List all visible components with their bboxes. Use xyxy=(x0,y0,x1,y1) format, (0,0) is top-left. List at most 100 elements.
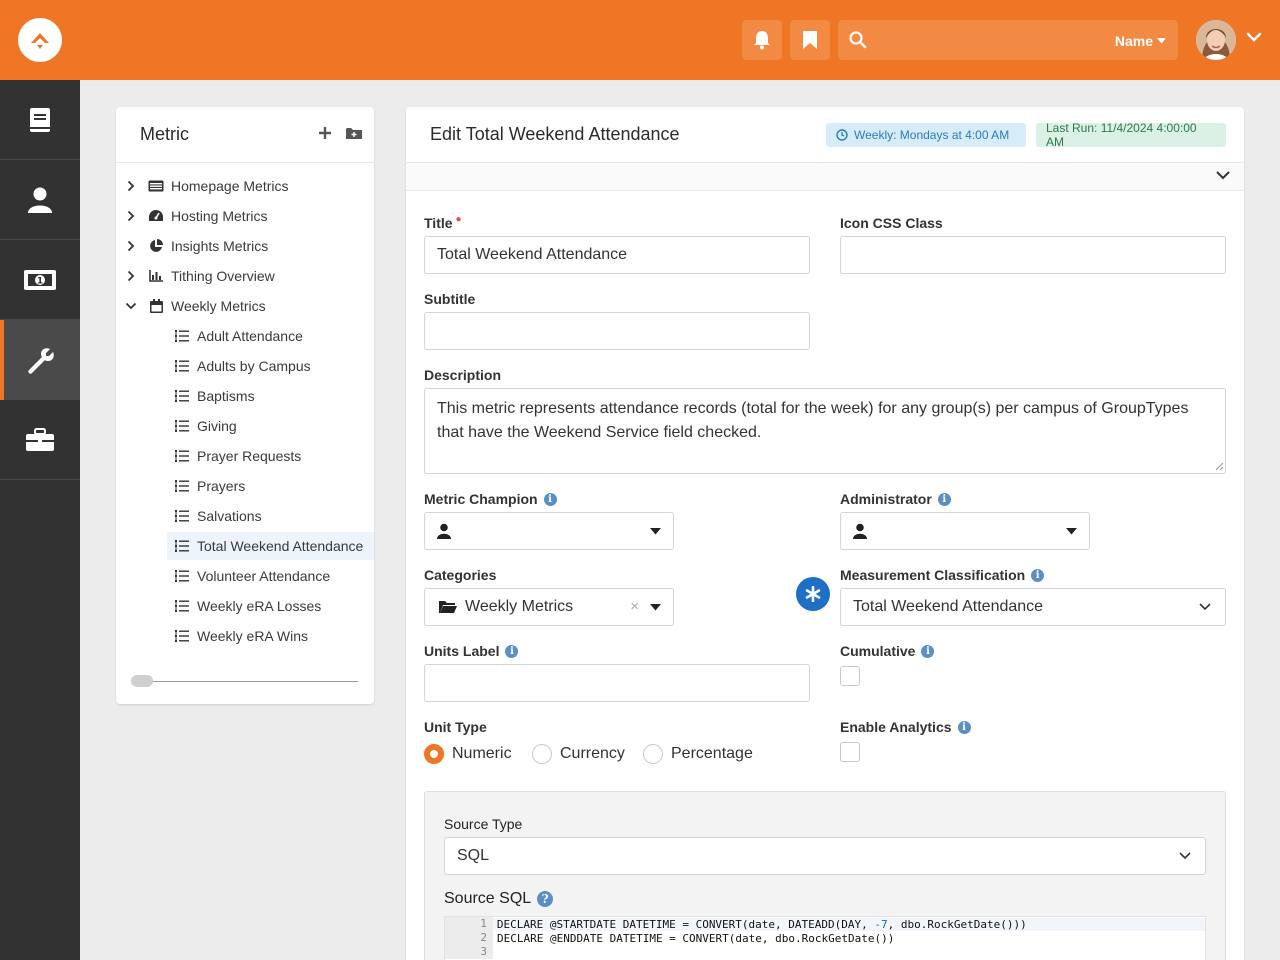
tree-metric-item[interactable]: Prayers xyxy=(167,472,374,500)
code-segment: DECLARE @ENDDATE DATETIME = CONVERT(date… xyxy=(497,931,895,945)
description-value: This metric represents attendance record… xyxy=(437,400,1189,441)
line-number: 2 xyxy=(445,931,493,945)
cumulative-checkbox[interactable] xyxy=(840,666,860,686)
tree-category-item[interactable]: Tithing Overview xyxy=(124,262,364,290)
categories-picker[interactable]: Weekly Metrics × xyxy=(424,588,674,626)
sidebar-item-people[interactable] xyxy=(0,160,80,240)
radio-percentage[interactable] xyxy=(643,744,663,764)
radio-numeric[interactable] xyxy=(424,744,444,764)
bell-icon xyxy=(754,31,770,50)
book-icon xyxy=(30,107,50,132)
categories-label: Categories xyxy=(424,567,496,583)
tree-metric-item[interactable]: Salvations xyxy=(167,502,374,530)
radio-currency[interactable] xyxy=(532,744,552,764)
tree-metric-item[interactable]: Prayer Requests xyxy=(167,442,374,470)
tree-metric-item[interactable]: Volunteer Attendance xyxy=(167,562,374,590)
unit-type-percentage-option[interactable]: Percentage xyxy=(643,744,753,764)
avatar-image xyxy=(1196,20,1236,60)
user-menu-toggle[interactable] xyxy=(1246,30,1262,46)
list-ol-icon xyxy=(174,480,190,492)
bookmarks-button[interactable] xyxy=(790,20,830,60)
tree-metric-item[interactable]: Adult Attendance xyxy=(167,322,374,350)
code-line: 2 DECLARE @ENDDATE DATETIME = CONVERT(da… xyxy=(445,931,1205,945)
help-icon[interactable]: ? xyxy=(537,891,554,907)
caret-down-icon xyxy=(1066,528,1077,535)
description-label: Description xyxy=(424,367,501,383)
unit-type-currency-option[interactable]: Currency xyxy=(532,744,625,764)
caret-down-icon xyxy=(650,604,661,611)
list-ol-icon xyxy=(174,360,190,372)
sql-code-editor[interactable]: 1 DECLARE @STARTDATE DATETIME = CONVERT(… xyxy=(444,916,1206,960)
floating-action-button[interactable] xyxy=(796,577,830,611)
sidebar-item-tools[interactable] xyxy=(0,400,80,480)
description-textarea[interactable]: This metric represents attendance record… xyxy=(424,388,1226,474)
icon-css-input[interactable] xyxy=(840,236,1226,274)
resize-handle-icon[interactable] xyxy=(1215,462,1224,471)
list-ol-icon xyxy=(174,420,190,432)
sidebar-item-admin-tools[interactable] xyxy=(0,320,80,400)
measurement-classification-label: Measurement Classification i xyxy=(840,567,1045,583)
caret-down-icon xyxy=(1157,38,1166,44)
tree-category-item[interactable]: Weekly Metrics xyxy=(124,292,364,320)
code-text: DECLARE @STARTDATE DATETIME = CONVERT(da… xyxy=(492,917,1205,931)
chevron-right-icon[interactable] xyxy=(124,240,138,252)
collapse-bar[interactable] xyxy=(406,163,1244,191)
clear-icon[interactable]: × xyxy=(630,598,639,615)
help-icon[interactable]: i xyxy=(543,492,557,506)
tree-scrollbar-track xyxy=(132,681,358,682)
tree-header: Metric xyxy=(116,107,374,163)
source-sql-label-text: Source SQL xyxy=(444,890,532,907)
search-input[interactable] xyxy=(878,28,1098,52)
source-type-select[interactable]: SQL xyxy=(444,837,1206,875)
enable-analytics-checkbox[interactable] xyxy=(840,742,860,762)
add-metric-button[interactable] xyxy=(318,126,332,143)
sidebar-item-finance[interactable]: 1 xyxy=(0,240,80,320)
schedule-badge: Weekly: Mondays at 4:00 AM xyxy=(826,123,1026,147)
units-label-input[interactable] xyxy=(424,664,810,702)
folder-open-icon xyxy=(439,601,457,613)
tree-metric-item[interactable]: Weekly eRA Losses xyxy=(167,592,374,620)
user-avatar[interactable] xyxy=(1196,20,1236,60)
tree-metric-item[interactable]: Giving xyxy=(167,412,374,440)
help-icon[interactable]: i xyxy=(505,644,519,658)
code-number: -7 xyxy=(874,917,888,931)
tree-item-label: Baptisms xyxy=(197,388,255,404)
subtitle-input[interactable] xyxy=(424,312,810,350)
tree-metric-item[interactable]: Total Weekend Attendance xyxy=(167,532,374,560)
chevron-right-icon[interactable] xyxy=(124,210,138,222)
notifications-button[interactable] xyxy=(742,20,782,60)
page-title: Edit Total Weekend Attendance xyxy=(430,124,680,144)
source-type-value: SQL xyxy=(457,847,490,864)
tree-metric-item[interactable]: Weekly eRA Wins xyxy=(167,622,374,650)
title-input[interactable]: Total Weekend Attendance xyxy=(424,236,810,274)
chevron-right-icon[interactable] xyxy=(124,180,138,192)
tree-category-item[interactable]: Hosting Metrics xyxy=(124,202,364,230)
bookmark-icon xyxy=(803,31,817,49)
enable-analytics-label-text: Enable Analytics xyxy=(840,719,952,735)
help-icon[interactable]: i xyxy=(937,492,951,506)
source-sql-label: Source SQL ? xyxy=(444,890,554,908)
unit-type-numeric-option[interactable]: Numeric xyxy=(424,744,512,764)
administrator-picker[interactable] xyxy=(840,512,1090,550)
add-category-button[interactable] xyxy=(346,127,362,143)
tree-category-item[interactable]: Homepage Metrics xyxy=(124,172,364,200)
measurement-classification-select[interactable]: Total Weekend Attendance xyxy=(840,588,1226,626)
sidebar-item-dashboard[interactable] xyxy=(0,80,80,160)
help-icon[interactable]: i xyxy=(921,644,935,658)
rock-logo[interactable] xyxy=(18,18,62,62)
tree-metric-item[interactable]: Baptisms xyxy=(167,382,374,410)
chevron-right-icon[interactable] xyxy=(124,270,138,282)
search-scope-label: Name xyxy=(1114,33,1153,49)
tree-metric-item[interactable]: Adults by Campus xyxy=(167,352,374,380)
help-icon[interactable]: i xyxy=(1031,568,1045,582)
search-scope-dropdown[interactable]: Name xyxy=(1115,33,1166,49)
main-sidebar: 1 xyxy=(0,80,80,960)
tree-category-item[interactable]: Insights Metrics xyxy=(124,232,364,260)
title-label: Title ● xyxy=(424,214,462,232)
plus-icon xyxy=(319,127,331,139)
tree-scrollbar-thumb[interactable] xyxy=(131,675,153,687)
chevron-down-icon[interactable] xyxy=(124,302,138,310)
unit-type-label-text: Unit Type xyxy=(424,719,487,735)
metric-champion-picker[interactable] xyxy=(424,512,674,550)
help-icon[interactable]: i xyxy=(957,720,971,734)
